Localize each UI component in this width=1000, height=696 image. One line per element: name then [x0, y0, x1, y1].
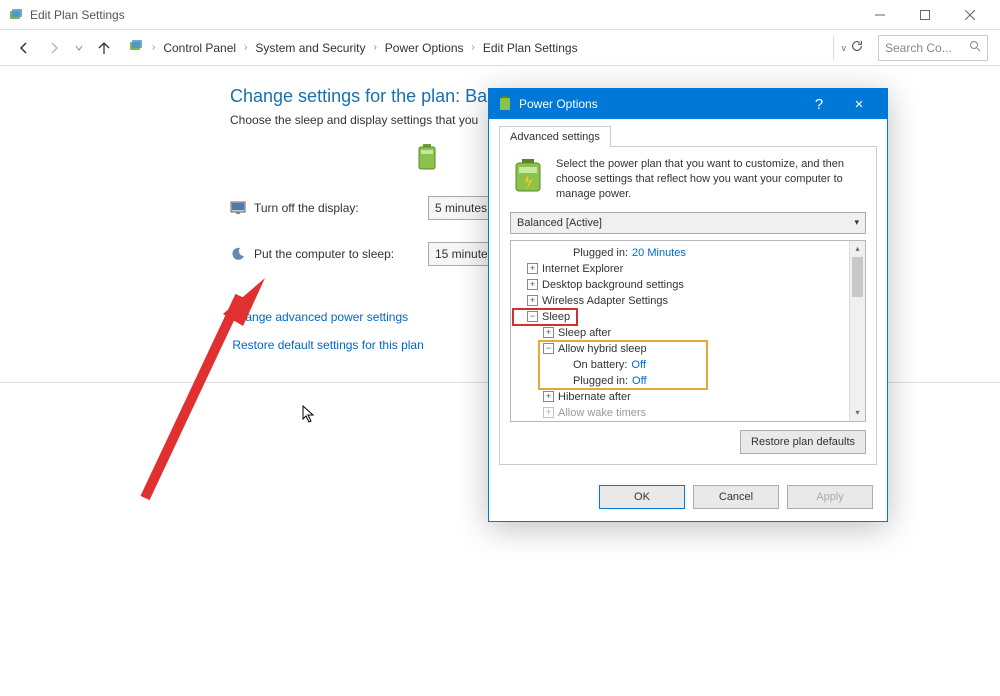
scrollbar[interactable]: ▴ ▾ — [849, 241, 865, 421]
window-controls — [857, 0, 992, 29]
window-titlebar: Edit Plan Settings — [0, 0, 1000, 30]
settings-tree[interactable]: Plugged in: 20 Minutes +Internet Explore… — [510, 240, 866, 422]
power-icon — [497, 95, 513, 114]
power-plan-icon — [510, 157, 546, 202]
dialog-close-button[interactable]: × — [839, 96, 879, 113]
ok-button[interactable]: OK — [599, 485, 685, 509]
cursor-icon — [302, 405, 316, 426]
chevron-right-icon[interactable]: › — [369, 42, 380, 53]
back-button[interactable] — [12, 36, 36, 60]
tree-row[interactable]: +Desktop background settings — [513, 277, 863, 293]
power-plan-selected: Balanced [Active] — [517, 217, 602, 229]
chevron-right-icon[interactable]: › — [468, 42, 479, 53]
power-plan-select[interactable]: Balanced [Active] ▾ — [510, 212, 866, 234]
tree-row[interactable]: +Hibernate after — [513, 389, 863, 405]
breadcrumb-item[interactable]: System and Security — [255, 41, 365, 55]
close-button[interactable] — [947, 0, 992, 29]
restore-plan-defaults-button[interactable]: Restore plan defaults — [740, 430, 866, 454]
navigation-toolbar: › Control Panel › System and Security › … — [0, 30, 1000, 66]
moon-icon — [230, 246, 246, 262]
tree-row[interactable]: +Sleep after — [513, 325, 863, 341]
up-button[interactable] — [92, 36, 116, 60]
expand-icon[interactable]: + — [527, 295, 538, 306]
maximize-button[interactable] — [902, 0, 947, 29]
tree-row[interactable]: Plugged in: 20 Minutes — [513, 245, 863, 261]
help-button[interactable]: ? — [799, 96, 839, 113]
chevron-down-icon: ▾ — [854, 217, 859, 228]
search-placeholder: Search Co... — [885, 41, 952, 55]
apply-button[interactable]: Apply — [787, 485, 873, 509]
expand-icon[interactable]: + — [543, 391, 554, 402]
expand-icon[interactable]: + — [527, 263, 538, 274]
display-timeout-value: 5 minutes — [435, 201, 487, 215]
cancel-button[interactable]: Cancel — [693, 485, 779, 509]
tree-row[interactable]: +Allow wake timers — [513, 405, 863, 421]
power-options-dialog: Power Options ? × Advanced settings Sele… — [488, 88, 888, 522]
breadcrumb-item[interactable]: Edit Plan Settings — [483, 41, 578, 55]
expand-icon[interactable]: + — [543, 407, 554, 418]
collapse-icon[interactable]: − — [527, 311, 538, 322]
display-timeout-label: Turn off the display: — [254, 201, 359, 215]
scroll-down-icon[interactable]: ▾ — [850, 405, 865, 421]
window-title: Edit Plan Settings — [30, 8, 857, 22]
recent-dropdown[interactable] — [72, 36, 86, 60]
tree-row[interactable]: Plugged in: Off — [539, 373, 707, 389]
search-input[interactable]: Search Co... — [878, 35, 988, 61]
collapse-icon[interactable]: − — [543, 343, 554, 354]
dialog-button-row: OK Cancel Apply — [489, 475, 887, 521]
minimize-button[interactable] — [857, 0, 902, 29]
monitor-icon — [230, 200, 246, 216]
breadcrumb-item[interactable]: Power Options — [385, 41, 464, 55]
tree-row[interactable]: On battery: Off — [539, 357, 707, 373]
tree-row[interactable]: +Internet Explorer — [513, 261, 863, 277]
breadcrumb-root-icon — [128, 38, 144, 57]
tree-row[interactable]: −Allow hybrid sleep — [539, 341, 707, 357]
expand-icon[interactable]: + — [527, 279, 538, 290]
battery-icon — [416, 143, 438, 174]
breadcrumb: › Control Panel › System and Security › … — [122, 38, 827, 57]
tree-row[interactable]: +Wireless Adapter Settings — [513, 293, 863, 309]
tree-row-sleep[interactable]: −Sleep — [513, 309, 577, 325]
forward-button[interactable] — [42, 36, 66, 60]
control-panel-icon — [8, 7, 24, 23]
sleep-timeout-value: 15 minutes — [435, 247, 494, 261]
chevron-right-icon[interactable]: › — [240, 42, 251, 53]
chevron-right-icon[interactable]: › — [148, 42, 159, 53]
tab-panel: Select the power plan that you want to c… — [499, 146, 877, 465]
breadcrumb-dropdown[interactable]: v — [842, 43, 847, 53]
dialog-titlebar[interactable]: Power Options ? × — [489, 89, 887, 119]
scroll-up-icon[interactable]: ▴ — [850, 241, 865, 257]
sleep-timeout-label: Put the computer to sleep: — [254, 247, 394, 261]
breadcrumb-item[interactable]: Control Panel — [163, 41, 236, 55]
tree-group-hybrid-sleep: −Allow hybrid sleep On battery: Off Plug… — [539, 341, 707, 389]
dialog-title: Power Options — [519, 97, 799, 111]
expand-icon[interactable]: + — [543, 327, 554, 338]
dialog-description: Select the power plan that you want to c… — [556, 157, 866, 202]
tab-advanced-settings[interactable]: Advanced settings — [499, 126, 611, 147]
scrollbar-thumb[interactable] — [852, 257, 863, 297]
refresh-button[interactable] — [850, 39, 864, 56]
search-icon — [969, 40, 981, 55]
